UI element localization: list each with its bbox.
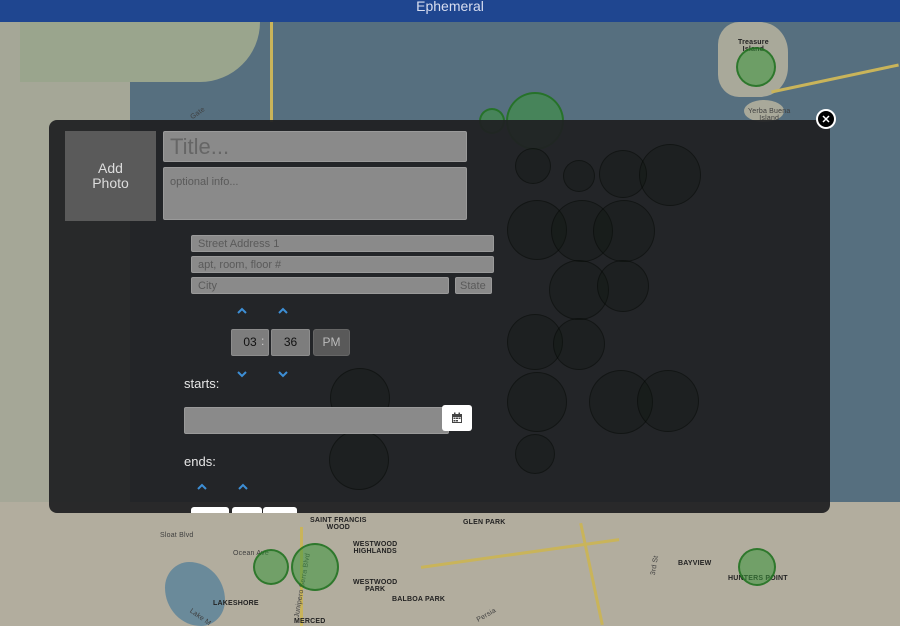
start-date-input[interactable] — [184, 407, 449, 434]
map-road-1 — [270, 22, 273, 122]
close-modal-button[interactable] — [816, 109, 836, 129]
street-address-input[interactable] — [191, 235, 494, 252]
start-minute-field[interactable]: 36 — [271, 329, 310, 356]
hour-up-chevron-icon[interactable] — [237, 306, 247, 316]
calendar-icon — [452, 412, 462, 423]
start-calendar-button[interactable] — [442, 405, 472, 431]
map-label-westwood-park: WESTWOOD PARK — [353, 579, 398, 593]
end-hour-up-chevron-icon[interactable] — [197, 482, 207, 492]
app-title: Ephemeral — [416, 0, 484, 14]
create-event-modal: Add Photo 03 : 36 PM starts: ends: — [49, 120, 830, 513]
map-label-saint-francis-wood: SAINT FRANCIS WOOD — [310, 517, 367, 531]
starts-label: starts: — [184, 376, 220, 391]
event-marker-dimmed — [515, 148, 551, 184]
minute-up-chevron-icon[interactable] — [278, 306, 288, 316]
start-hour-value: 03 — [243, 335, 257, 349]
close-icon — [822, 115, 830, 123]
event-marker-dimmed — [515, 434, 555, 474]
map-label-glen-park: GLEN PARK — [463, 519, 506, 526]
hour-down-chevron-icon[interactable] — [237, 369, 247, 379]
time-separator: : — [261, 334, 265, 348]
ends-label: ends: — [184, 454, 216, 469]
event-marker-dimmed — [639, 144, 701, 206]
optional-info-input[interactable] — [163, 167, 467, 220]
end-ampm-toggle[interactable] — [263, 507, 297, 513]
event-marker[interactable] — [736, 47, 776, 87]
event-marker[interactable] — [291, 543, 339, 591]
event-marker-dimmed — [329, 430, 389, 490]
map-label-westwood-highlands: WESTWOOD HIGHLANDS — [353, 541, 398, 555]
start-ampm-label: PM — [322, 335, 341, 349]
end-minute-up-chevron-icon[interactable] — [238, 482, 248, 492]
event-marker[interactable] — [253, 549, 289, 585]
title-input[interactable] — [163, 131, 467, 162]
event-marker-dimmed — [637, 370, 699, 432]
map-road-bridge — [771, 63, 899, 94]
end-hour-field[interactable] — [191, 507, 229, 513]
event-marker[interactable] — [738, 548, 776, 586]
map-label-lakeshore: LAKESHORE — [213, 600, 259, 607]
state-input[interactable] — [455, 277, 492, 294]
start-ampm-toggle[interactable]: PM — [313, 329, 350, 356]
start-minute-value: 36 — [283, 335, 298, 349]
add-photo-button[interactable]: Add Photo — [65, 131, 156, 221]
map-label-sloat-blvd: Sloat Blvd — [160, 532, 194, 539]
map-label-merced: MERCED — [294, 618, 326, 625]
map-label-bayview: BAYVIEW — [678, 560, 712, 567]
city-input[interactable] — [191, 277, 449, 294]
app-header: Ephemeral — [0, 0, 900, 22]
event-marker-dimmed — [507, 372, 567, 432]
event-marker-dimmed — [593, 200, 655, 262]
apt-input[interactable] — [191, 256, 494, 273]
minute-down-chevron-icon[interactable] — [278, 369, 288, 379]
map-land-north — [20, 22, 260, 82]
end-minute-field[interactable] — [232, 507, 262, 513]
event-marker-dimmed — [553, 318, 605, 370]
event-marker-dimmed — [597, 260, 649, 312]
map-label-balboa-park: BALBOA PARK — [392, 596, 446, 603]
map-label-gate: Gate — [189, 106, 207, 121]
add-photo-label: Add Photo — [92, 160, 129, 191]
event-marker-dimmed — [563, 160, 595, 192]
